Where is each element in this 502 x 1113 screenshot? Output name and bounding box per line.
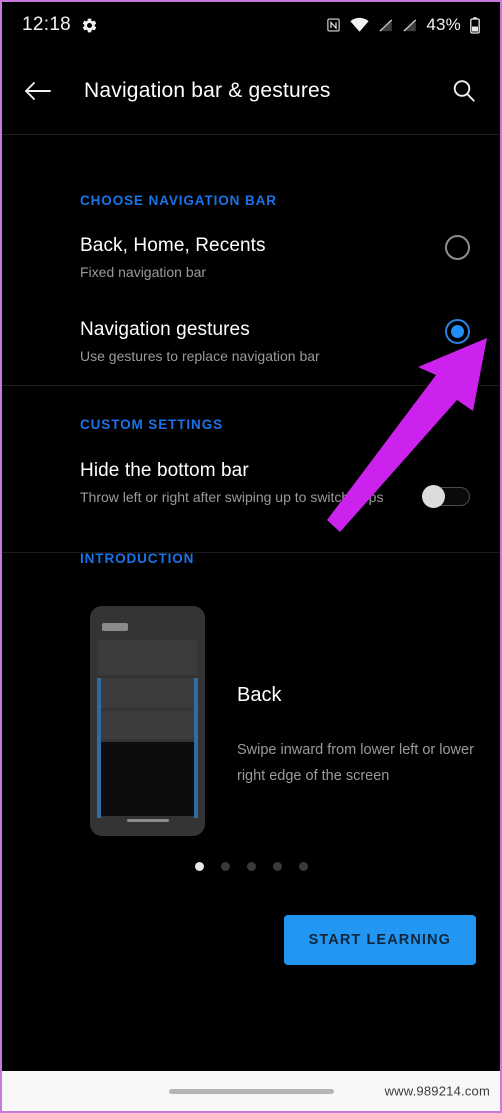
section-header-choose-navigation-bar: CHOOSE NAVIGATION BAR — [80, 193, 277, 208]
back-home-recents-radio[interactable] — [445, 235, 470, 260]
pager-dot-1[interactable] — [194, 862, 204, 872]
setting-control — [414, 460, 470, 509]
page-title: Navigation bar & gestures — [84, 79, 331, 102]
signal-off-icon — [378, 18, 393, 33]
search-icon[interactable] — [450, 77, 478, 105]
option-subtitle: Fixed navigation bar — [80, 264, 207, 280]
phone-screen: 12:18 43% Navigation bar & gestures CHOO… — [0, 0, 502, 1113]
nfc-icon — [326, 17, 341, 33]
option-title: Back, Home, Recents — [80, 235, 266, 256]
phone-band-1 — [98, 640, 197, 676]
status-bar: 12:18 43% — [2, 2, 500, 48]
section-header-custom-settings: CUSTOM SETTINGS — [80, 417, 224, 433]
pager-dot-3[interactable] — [246, 862, 256, 872]
back-arrow-icon[interactable] — [24, 80, 52, 102]
pager-dot-2[interactable] — [220, 862, 230, 872]
navigation-gestures-radio[interactable] — [445, 318, 470, 344]
pager-dots — [2, 862, 500, 872]
section-divider-2 — [2, 552, 500, 553]
signal-off-2-icon — [402, 18, 417, 33]
pager-dot-4[interactable] — [272, 862, 282, 872]
option-control — [414, 318, 470, 344]
section-header-introduction: INTRODUCTION — [80, 551, 195, 567]
status-bar-clock: 12:18 — [22, 14, 72, 35]
introduction-title: Back — [237, 684, 282, 707]
hide-bottom-bar-toggle[interactable] — [422, 485, 470, 509]
introduction-card: Back Swipe inward from lower left or low… — [2, 566, 500, 837]
phone-band-2 — [98, 678, 197, 709]
settings-content: CHOOSE NAVIGATION BAR Back, Home, Recent… — [2, 135, 500, 966]
introduction-text: Back Swipe inward from lower left or low… — [205, 606, 476, 789]
app-bar: Navigation bar & gestures — [2, 48, 500, 134]
setting-hide-bottom-bar-text: Hide the bottom bar Throw left or right … — [80, 460, 402, 509]
start-learning-button[interactable]: START LEARNING — [283, 915, 476, 966]
phone-status-pill — [102, 623, 128, 632]
system-bottom-bar: www.989214.com — [2, 1071, 500, 1111]
option-title: Navigation gestures — [80, 318, 250, 340]
introduction-description: Swipe inward from lower left or lower ri… — [237, 742, 474, 785]
battery-icon — [470, 16, 480, 34]
phone-home-indicator — [126, 819, 169, 823]
pager-dot-5[interactable] — [298, 862, 308, 872]
option-navigation-gestures[interactable]: Navigation gestures Use gestures to repl… — [2, 284, 500, 368]
option-navigation-gestures-text: Navigation gestures Use gestures to repl… — [80, 319, 402, 368]
status-bar-right: 43% — [326, 15, 480, 35]
section-divider-1 — [2, 385, 500, 386]
phone-screen-area — [98, 742, 197, 817]
wifi-icon — [350, 17, 369, 33]
setting-title: Hide the bottom bar — [80, 460, 249, 482]
watermark-text: www.989214.com — [384, 1083, 490, 1099]
option-control — [414, 235, 470, 260]
status-bar-left: 12:18 — [22, 14, 98, 36]
setting-hide-bottom-bar[interactable]: Hide the bottom bar Throw left or right … — [2, 432, 500, 509]
home-indicator[interactable] — [168, 1088, 334, 1094]
option-back-home-recents[interactable]: Back, Home, Recents Fixed navigation bar — [2, 208, 500, 284]
phone-band-3 — [98, 711, 197, 740]
phone-right-edge-highlight — [194, 678, 198, 819]
cta-container: START LEARNING — [2, 915, 500, 966]
battery-percentage: 43% — [426, 15, 461, 34]
gear-icon — [81, 17, 98, 34]
phone-left-edge-highlight — [97, 678, 101, 819]
phone-illustration — [90, 606, 205, 837]
option-back-home-recents-text: Back, Home, Recents Fixed navigation bar — [80, 235, 402, 284]
setting-subtitle: Throw left or right after swiping up to … — [80, 489, 384, 506]
option-subtitle: Use gestures to replace navigation bar — [80, 347, 320, 364]
